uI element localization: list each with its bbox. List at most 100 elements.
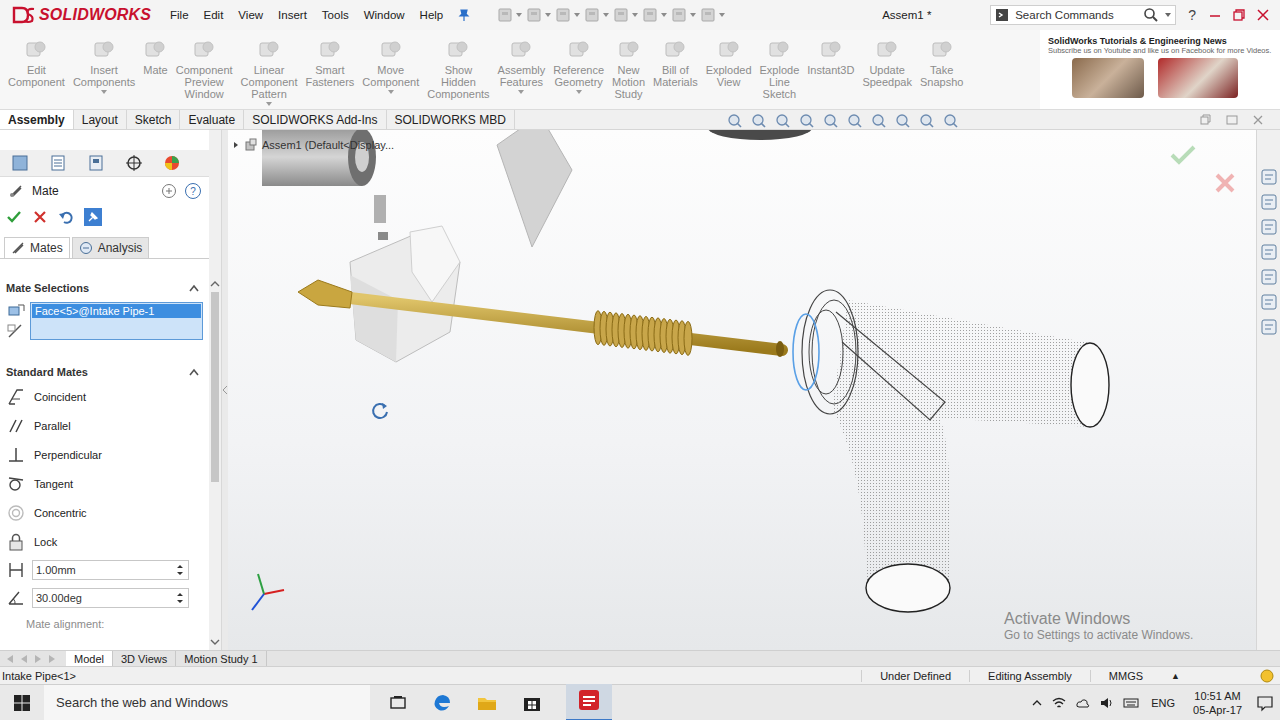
cloud-icon[interactable] xyxy=(1075,695,1091,711)
tab-scroll-icon[interactable] xyxy=(4,654,16,664)
windows-start-icon[interactable] xyxy=(13,694,31,712)
clear-selection-icon[interactable] xyxy=(6,322,26,340)
command-button[interactable]: Take Snapsho xyxy=(916,30,967,88)
help-button[interactable]: ? xyxy=(1184,7,1200,23)
show-hidden-icons-icon[interactable] xyxy=(1031,698,1043,708)
close-icon[interactable] xyxy=(1256,8,1270,22)
command-button[interactable]: Insert Components xyxy=(69,30,139,94)
menu-item[interactable]: Tools xyxy=(322,9,349,21)
menu-item[interactable]: Help xyxy=(420,9,444,21)
resources-icon[interactable] xyxy=(1260,193,1278,211)
section-view-icon[interactable] xyxy=(798,112,816,128)
feature-tree-flyout[interactable]: Assem1 (Default<Display... xyxy=(232,138,394,152)
appearance-icon[interactable] xyxy=(894,112,912,128)
command-button[interactable]: Explode Line Sketch xyxy=(756,30,804,100)
mate-option[interactable]: Parallel xyxy=(6,411,203,440)
small-parts[interactable] xyxy=(374,195,388,240)
undo-icon[interactable] xyxy=(58,209,74,225)
notifications-icon[interactable] xyxy=(1256,694,1274,712)
keyboard-icon[interactable] xyxy=(1123,695,1139,711)
store-icon[interactable] xyxy=(521,692,543,714)
tab-scroll-icon[interactable] xyxy=(32,654,44,664)
select-tool[interactable] xyxy=(642,7,667,23)
cancel-x-icon[interactable] xyxy=(1214,172,1236,194)
command-button[interactable]: Show Hidden Components xyxy=(423,30,493,100)
view-orientation-icon[interactable] xyxy=(822,112,840,128)
library-icon[interactable] xyxy=(1260,218,1278,236)
solidworks-taskbar-app[interactable] xyxy=(566,684,612,720)
command-button[interactable]: Exploded View xyxy=(702,30,756,88)
file-explorer-icon[interactable] xyxy=(476,692,498,714)
model-tab[interactable]: Motion Study 1 xyxy=(176,651,266,666)
rebuild-status-icon[interactable] xyxy=(1260,669,1274,683)
selection-field[interactable]: Face<5>@Intake Pipe-1 xyxy=(30,302,203,340)
menu-item[interactable]: View xyxy=(238,9,263,21)
spinner-icon[interactable] xyxy=(175,591,185,605)
mate-option[interactable]: Perpendicular xyxy=(6,440,203,469)
dropdown-arrow-icon[interactable] xyxy=(101,90,107,94)
menu-item[interactable]: Insert xyxy=(278,9,307,21)
restore-icon[interactable] xyxy=(1200,114,1212,126)
selection-item[interactable]: Face<5>@Intake Pipe-1 xyxy=(32,304,201,318)
properties-icon[interactable] xyxy=(1260,318,1278,336)
restore-icon[interactable] xyxy=(1232,8,1246,22)
feature-manager-icon[interactable] xyxy=(10,153,30,173)
ribbon-tab[interactable]: Sketch xyxy=(127,110,181,129)
standard-mates-header[interactable]: Standard Mates xyxy=(0,362,209,382)
menu-item[interactable]: File xyxy=(170,9,189,21)
panel-scrollbar[interactable] xyxy=(209,130,221,650)
scene-icon[interactable] xyxy=(918,112,936,128)
display-style-icon[interactable] xyxy=(846,112,864,128)
intake-pipe[interactable] xyxy=(793,290,1109,612)
mate-selections-header[interactable]: Mate Selections xyxy=(0,278,209,298)
zoom-area-icon[interactable] xyxy=(750,112,768,128)
help-button[interactable]: ? xyxy=(185,183,201,199)
property-manager-icon[interactable] xyxy=(48,153,68,173)
scroll-down-icon[interactable] xyxy=(210,638,220,646)
distance-field[interactable]: 1.00mm xyxy=(32,560,189,580)
network-icon[interactable] xyxy=(1051,695,1067,711)
speaker-icon[interactable] xyxy=(1099,695,1115,711)
palette-icon[interactable] xyxy=(1260,268,1278,286)
minimize-icon[interactable] xyxy=(1208,8,1222,22)
input-language[interactable]: ENG xyxy=(1147,697,1179,709)
zoom-fit-icon[interactable] xyxy=(726,112,744,128)
dimxpert-icon[interactable] xyxy=(124,153,144,173)
close-icon[interactable] xyxy=(1252,114,1264,126)
open-tool[interactable] xyxy=(526,7,551,23)
details-icon[interactable] xyxy=(161,183,177,199)
menu-item[interactable]: Window xyxy=(364,9,405,21)
command-button[interactable]: Component Preview Window xyxy=(172,30,237,100)
save-tool[interactable] xyxy=(555,7,580,23)
top-dark-part[interactable] xyxy=(708,130,812,140)
command-button[interactable]: Linear Component Pattern xyxy=(237,30,302,106)
command-button[interactable]: Edit Component xyxy=(4,30,69,88)
mate-option[interactable]: Tangent xyxy=(6,469,203,498)
maximize-icon[interactable] xyxy=(1226,114,1238,126)
angle-field[interactable]: 30.00deg xyxy=(32,588,189,608)
appearances-icon[interactable] xyxy=(1260,293,1278,311)
task-view-icon[interactable] xyxy=(388,693,408,713)
model-tab[interactable]: 3D Views xyxy=(113,651,176,666)
dropdown-arrow-icon[interactable] xyxy=(576,90,582,94)
menu-item[interactable]: Edit xyxy=(204,9,224,21)
command-button[interactable]: Move Component xyxy=(358,30,423,94)
dropdown-arrow-icon[interactable] xyxy=(388,90,394,94)
units-menu[interactable]: ▲ xyxy=(1161,671,1190,681)
new-tool[interactable] xyxy=(497,7,522,23)
spinner-icon[interactable] xyxy=(175,563,185,577)
command-button[interactable]: Reference Geometry xyxy=(549,30,608,94)
command-button[interactable]: Instant3D xyxy=(803,30,858,76)
rebuild-tool[interactable] xyxy=(671,7,696,23)
ribbon-tab[interactable]: SOLIDWORKS MBD xyxy=(387,110,515,129)
assembly-scene[interactable] xyxy=(228,130,1256,650)
confirm-check-icon[interactable] xyxy=(1170,144,1196,166)
scroll-thumb[interactable] xyxy=(211,292,219,482)
clock[interactable]: 10:51 AM05-Apr-17 xyxy=(1187,689,1248,717)
mate-option[interactable]: Coincident xyxy=(6,382,203,411)
taskbar-search[interactable]: Search the web and Windows xyxy=(44,685,370,720)
ok-check-icon[interactable] xyxy=(6,209,22,225)
channel-banner[interactable]: SolidWorks Tutorials & Engineering NewsS… xyxy=(1040,30,1280,109)
undo-tool[interactable] xyxy=(613,7,638,23)
mate-option[interactable]: Concentric xyxy=(6,498,203,527)
